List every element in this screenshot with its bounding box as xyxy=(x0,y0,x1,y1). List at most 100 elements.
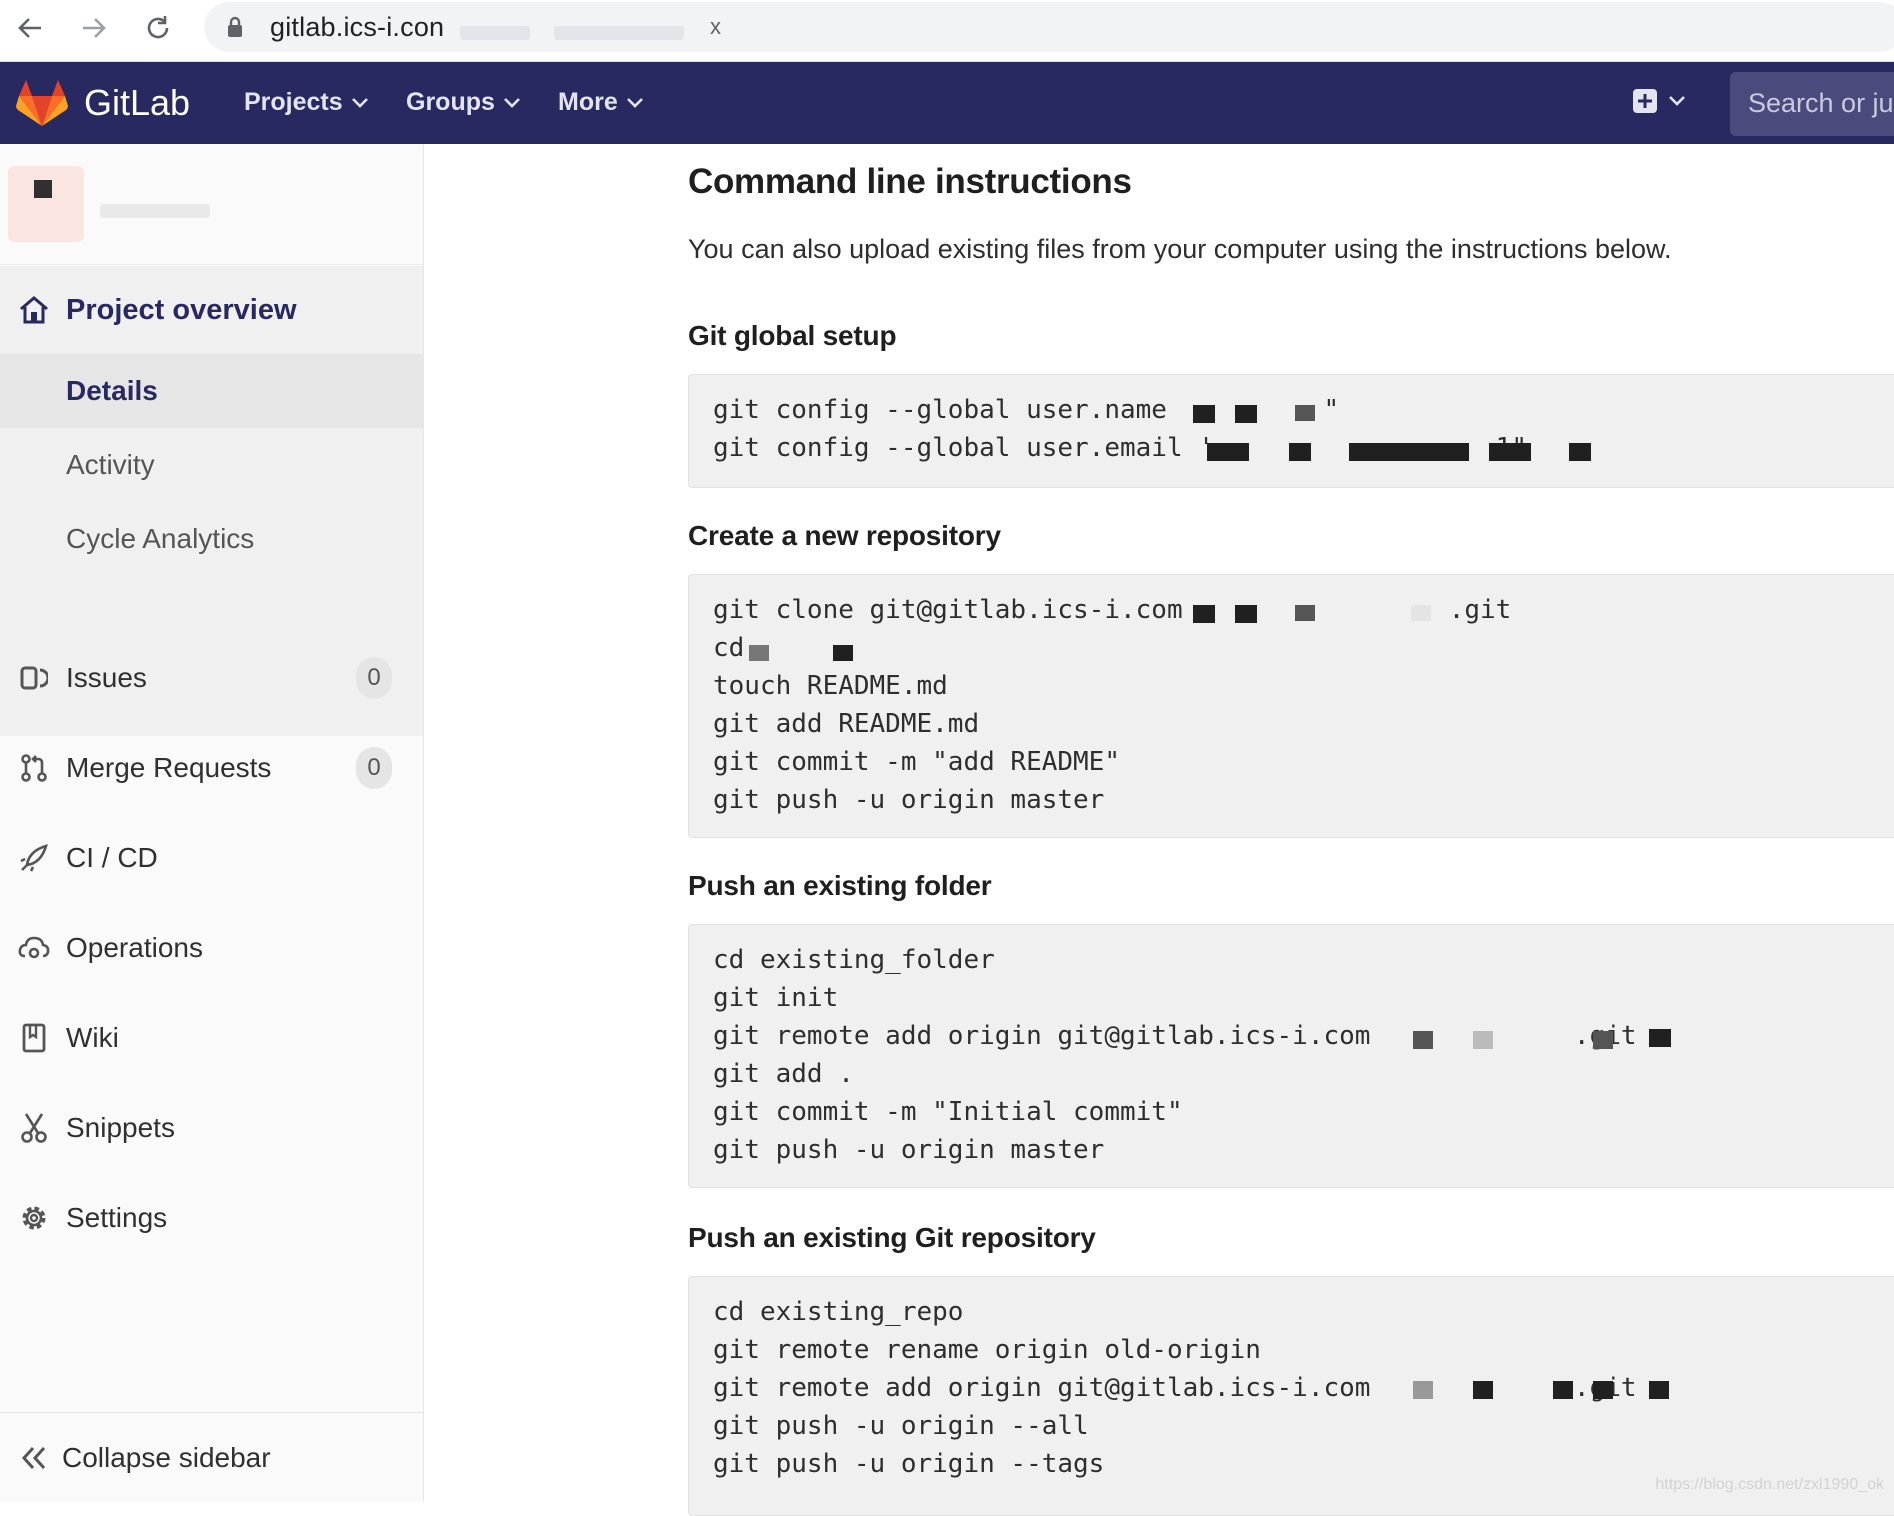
redaction-block xyxy=(1193,405,1215,423)
sidebar-item-ci-cd[interactable]: CI / CD xyxy=(0,818,423,898)
sidebar-item-merge-requests[interactable]: Merge Requests 0 xyxy=(0,728,423,808)
projects-menu[interactable]: Projects xyxy=(244,88,369,117)
code-block-create-repository[interactable]: git clone git@gitlab.ics-i.com .git cd t… xyxy=(688,574,1894,838)
scissors-icon xyxy=(21,1113,47,1143)
redaction-block xyxy=(1569,443,1591,461)
sidebar-item-label: Wiki xyxy=(66,1022,119,1053)
redaction-block xyxy=(1289,443,1311,461)
groups-menu[interactable]: Groups xyxy=(406,88,521,117)
redaction-block xyxy=(1593,1031,1613,1049)
back-button[interactable] xyxy=(8,8,52,48)
sidebar-item-project-overview[interactable]: Project overview xyxy=(0,266,423,354)
redaction-block xyxy=(1413,1381,1433,1399)
code-line: git remote add origin git@gitlab.ics-i.c… xyxy=(713,1021,1637,1051)
sidebar-subitem-cycle-analytics[interactable]: Cycle Analytics xyxy=(0,502,423,576)
code-line: git add . xyxy=(713,1059,854,1089)
reload-icon xyxy=(147,16,169,39)
project-header[interactable] xyxy=(0,144,423,265)
sidebar-subitem-label: Details xyxy=(66,375,158,406)
redaction-block xyxy=(1553,1381,1573,1399)
redaction-block xyxy=(1235,405,1257,423)
watermark: https://blog.csdn.net/zxl1990_ok xyxy=(1655,1476,1884,1493)
search-input[interactable]: Search or ju xyxy=(1730,72,1894,136)
forward-button[interactable] xyxy=(72,8,116,48)
redaction-block xyxy=(1295,405,1315,421)
sidebar-item-label: Merge Requests xyxy=(66,752,272,783)
redaction-block xyxy=(1349,443,1469,461)
sidebar-item-issues[interactable]: Issues 0 xyxy=(0,638,423,718)
sidebar-item-operations[interactable]: Operations xyxy=(0,908,423,988)
address-bar[interactable]: gitlab.ics-i.con x xyxy=(204,2,1894,52)
code-line: git push -u origin master xyxy=(713,1135,1105,1165)
code-line: git remote rename origin old-origin xyxy=(713,1335,1261,1365)
new-dropdown[interactable] xyxy=(1632,88,1686,114)
chevron-down-icon xyxy=(1669,96,1685,106)
redaction-block xyxy=(1649,1381,1669,1399)
chevron-down-icon xyxy=(351,97,368,108)
issues-icon xyxy=(20,666,48,690)
intro-text: You can also upload existing files from … xyxy=(688,234,1672,264)
sidebar-item-label: Issues xyxy=(66,662,147,693)
sidebar-subitem-details[interactable]: Details xyxy=(0,354,423,428)
sidebar-item-label: Snippets xyxy=(66,1112,175,1143)
collapse-sidebar-label: Collapse sidebar xyxy=(62,1441,271,1473)
gear-icon xyxy=(22,1206,46,1230)
arrow-right-icon xyxy=(83,18,106,38)
book-icon xyxy=(22,1023,46,1053)
merge-requests-count-badge: 0 xyxy=(356,747,392,789)
redaction-block xyxy=(1411,605,1431,621)
stop-icon[interactable]: x xyxy=(710,14,721,40)
sidebar-subitem-label: Activity xyxy=(66,449,155,480)
section-heading-push-existing-repo: Push an existing Git repository xyxy=(688,1222,1096,1253)
sidebar-item-wiki[interactable]: Wiki xyxy=(0,998,423,1078)
gitlab-brand[interactable]: GitLab xyxy=(84,82,190,124)
code-line: git commit -m "add README" xyxy=(713,747,1120,777)
code-line: git push -u origin --all xyxy=(713,1411,1089,1441)
redaction-block xyxy=(1489,443,1531,461)
sidebar-item-label: Operations xyxy=(66,932,203,963)
code-line: git push -u origin master xyxy=(713,785,1105,815)
code-line: git init xyxy=(713,983,839,1013)
chevron-down-icon xyxy=(503,97,520,108)
sidebar-subitem-label: Cycle Analytics xyxy=(66,523,255,554)
redaction-block xyxy=(1235,605,1257,623)
section-heading-create-repository: Create a new repository xyxy=(688,520,1001,551)
sidebar-subitem-activity[interactable]: Activity xyxy=(0,428,423,502)
code-block-git-global-setup[interactable]: git config --global user.name " git conf… xyxy=(688,374,1894,488)
reload-button[interactable] xyxy=(136,8,180,48)
top-navbar: GitLab Projects Groups More Search or ju xyxy=(0,62,1894,144)
home-icon xyxy=(20,296,48,324)
redaction-block xyxy=(1295,605,1315,621)
browser-toolbar: gitlab.ics-i.con x xyxy=(0,0,1894,62)
url-redaction xyxy=(554,26,684,40)
code-line: git commit -m "Initial commit" xyxy=(713,1097,1183,1127)
groups-menu-label: Groups xyxy=(406,88,495,116)
section-heading-git-global-setup: Git global setup xyxy=(688,320,897,351)
code-line: cd existing_folder xyxy=(713,945,995,975)
sidebar-item-snippets[interactable]: Snippets xyxy=(0,1088,423,1168)
arrow-left-icon xyxy=(18,18,41,38)
redaction-block xyxy=(1207,443,1249,461)
cloud-gear-icon xyxy=(18,936,50,959)
code-line: git remote add origin git@gitlab.ics-i.c… xyxy=(713,1373,1637,1403)
more-menu-label: More xyxy=(558,88,618,116)
merge-request-icon xyxy=(21,754,47,782)
redaction-block xyxy=(1413,1031,1433,1049)
collapse-sidebar-button[interactable]: Collapse sidebar xyxy=(0,1412,423,1502)
gitlab-logo-icon[interactable] xyxy=(16,80,68,128)
project-sidebar: Project overview Details Activity Cycle … xyxy=(0,144,424,1502)
sidebar-item-label: Settings xyxy=(66,1202,168,1233)
sidebar-item-label: Project overview xyxy=(66,293,297,326)
sidebar-item-settings[interactable]: Settings xyxy=(0,1178,423,1258)
more-menu[interactable]: More xyxy=(558,88,644,117)
redaction-block xyxy=(1649,1029,1671,1047)
url-text: gitlab.ics-i.con xyxy=(270,12,445,42)
sidebar-item-label: CI / CD xyxy=(66,842,158,873)
code-block-push-existing-folder[interactable]: cd existing_folder git init git remote a… xyxy=(688,924,1894,1188)
code-line: git add README.md xyxy=(713,709,980,739)
project-name-redacted xyxy=(100,204,210,218)
lock-icon xyxy=(228,16,242,37)
code-line: cd xyxy=(713,633,745,663)
redaction-block xyxy=(1593,1381,1613,1399)
redaction-block xyxy=(1473,1381,1493,1399)
